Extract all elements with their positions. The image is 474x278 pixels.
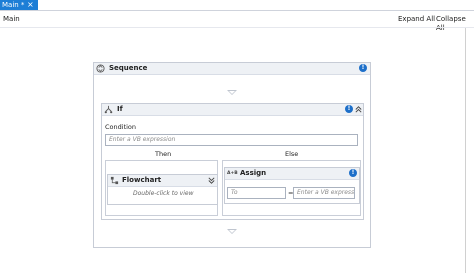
drop-arrow-icon (227, 90, 237, 95)
sequence-icon (96, 64, 105, 73)
info-icon[interactable]: ! (345, 105, 353, 113)
expand-all-button[interactable]: Expand All (398, 15, 435, 24)
tab-main-label: Main * (2, 1, 25, 9)
assign-header[interactable]: A+B Assign ! (225, 168, 359, 180)
document-tab-bar: Main * × (0, 0, 474, 11)
breadcrumb[interactable]: Main (3, 15, 20, 24)
assign-icon: A+B (227, 171, 238, 176)
sequence-header[interactable]: Sequence ! (94, 63, 370, 75)
then-label: Then (155, 150, 172, 158)
flowchart-activity[interactable]: Flowchart Double-click to view (107, 174, 218, 205)
condition-input[interactable]: Enter a VB expression (105, 134, 358, 146)
flowchart-title: Flowchart (122, 176, 162, 184)
else-panel[interactable]: A+B Assign ! To = Enter a VB expressi (222, 160, 361, 216)
flowchart-icon (110, 176, 119, 185)
info-icon[interactable]: ! (359, 64, 367, 72)
if-header[interactable]: If ! (102, 104, 363, 116)
sequence-activity[interactable]: Sequence ! If ! Condition Enter a VB exp… (93, 62, 371, 248)
tab-main[interactable]: Main * × (0, 0, 38, 10)
expand-chevron-icon[interactable] (207, 176, 216, 185)
assign-activity[interactable]: A+B Assign ! To = Enter a VB expressi (224, 167, 360, 204)
flowchart-header[interactable]: Flowchart (108, 175, 217, 187)
condition-label: Condition (105, 123, 137, 131)
branch-icon (104, 105, 113, 114)
sequence-title: Sequence (109, 64, 148, 72)
assign-value-input[interactable]: Enter a VB expressi (293, 187, 355, 199)
header-divider (0, 27, 474, 28)
if-title: If (117, 105, 123, 113)
assign-title: Assign (240, 169, 267, 177)
flowchart-hint: Double-click to view (133, 190, 194, 197)
drop-arrow-icon (227, 229, 237, 234)
assign-to-input[interactable]: To (227, 187, 286, 199)
info-icon[interactable]: ! (349, 169, 357, 177)
vertical-scrollbar[interactable] (462, 28, 474, 278)
scrollbar-track (465, 28, 472, 273)
if-activity[interactable]: If ! Condition Enter a VB expression The… (101, 103, 364, 220)
else-label: Else (285, 150, 299, 158)
close-icon[interactable]: × (27, 0, 34, 9)
then-panel[interactable]: Flowchart Double-click to view (105, 160, 218, 216)
collapse-chevron-icon[interactable] (354, 105, 363, 114)
